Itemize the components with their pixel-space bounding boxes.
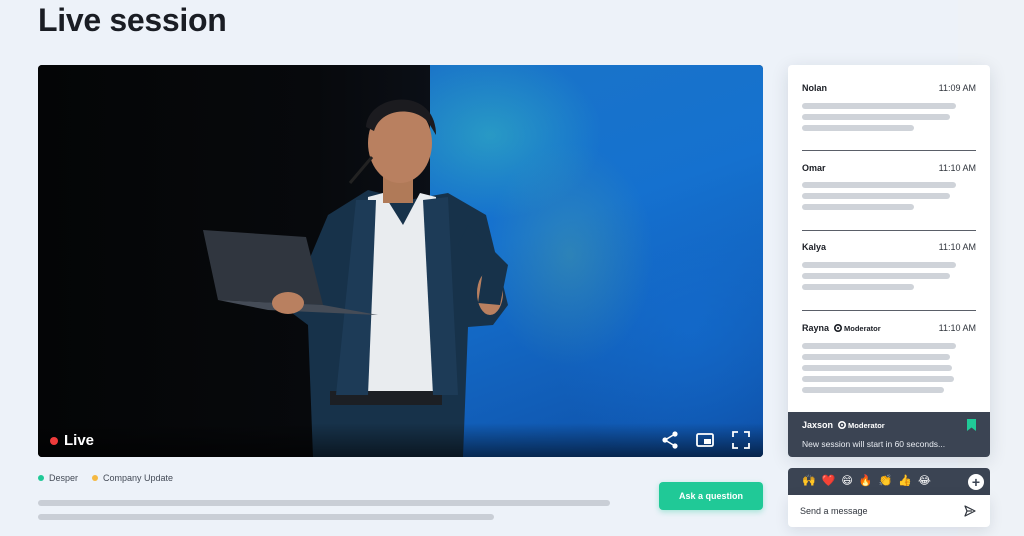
message-placeholder-line xyxy=(802,273,950,279)
moderator-badge: Moderator xyxy=(838,421,885,430)
send-message-input[interactable] xyxy=(800,503,950,519)
reaction-heart-icon[interactable]: ❤️ xyxy=(822,476,836,487)
share-icon[interactable] xyxy=(660,430,680,450)
reaction-thumbs-up-icon[interactable]: 👍 xyxy=(898,476,912,487)
video-player[interactable]: Live xyxy=(38,65,763,457)
chat-timestamp: 11:10 AM xyxy=(938,163,976,173)
reaction-clap-icon[interactable]: 👏 xyxy=(879,476,893,487)
live-dot-icon xyxy=(50,436,58,445)
pinned-author-name: Jaxson xyxy=(802,420,834,430)
message-placeholder-line xyxy=(802,354,950,360)
message-placeholder-line xyxy=(802,204,914,210)
pinned-author: Jaxson Moderator xyxy=(802,420,885,430)
bookmark-icon[interactable] xyxy=(967,419,976,431)
chat-divider xyxy=(802,310,976,311)
live-label: Live xyxy=(64,432,95,449)
chat-divider xyxy=(802,150,976,151)
fullscreen-icon[interactable] xyxy=(731,430,751,450)
chat-author-name: Rayna xyxy=(802,323,830,333)
reaction-bar: 🙌 ❤️ 😄 🔥 👏 👍 😂 + xyxy=(788,468,990,495)
reaction-smile-icon[interactable]: 😄 xyxy=(841,476,852,487)
moderator-badge: Moderator xyxy=(834,324,881,333)
message-placeholder-line xyxy=(802,125,914,131)
chat-timestamp: 11:10 AM xyxy=(938,323,976,333)
moderator-icon xyxy=(838,421,847,429)
send-icon[interactable] xyxy=(964,505,976,517)
tag-dot-icon xyxy=(92,475,99,481)
presenter-illustration xyxy=(203,99,508,457)
description-placeholder-line xyxy=(38,500,610,506)
ask-question-button[interactable]: Ask a question xyxy=(659,482,763,510)
chat-author: Kalya xyxy=(802,242,827,252)
live-indicator: Live xyxy=(50,432,94,449)
pinned-text: New session will start in 60 seconds... xyxy=(802,439,946,449)
chat-author: Omar xyxy=(802,163,826,173)
chat-divider xyxy=(802,230,976,231)
chat-panel: Nolan 11:09 AM Omar 11:10 AM Kalya 11:10… xyxy=(788,65,990,457)
message-placeholder-line xyxy=(802,284,914,290)
message-placeholder-line xyxy=(802,114,950,120)
video-control-bar xyxy=(38,423,763,457)
tag-label: Company Update xyxy=(103,473,174,483)
tag-label: Desper xyxy=(49,473,79,483)
tag-desper[interactable]: Desper xyxy=(38,473,78,483)
description-placeholder-line xyxy=(38,514,494,520)
tag-company-update[interactable]: Company Update xyxy=(92,473,173,483)
message-placeholder-line xyxy=(802,193,950,199)
moderator-label: Moderator xyxy=(848,420,885,430)
chat-author: Nolan xyxy=(802,83,828,93)
moderator-icon xyxy=(834,324,843,332)
chat-timestamp: 11:09 AM xyxy=(938,83,976,93)
picture-in-picture-icon[interactable] xyxy=(695,430,715,450)
message-placeholder-line xyxy=(802,365,952,371)
pinned-announcement: Jaxson Moderator New session will start … xyxy=(788,412,990,457)
message-placeholder-line xyxy=(802,387,944,393)
chat-timestamp: 11:10 AM xyxy=(938,242,976,252)
message-placeholder-line xyxy=(802,262,956,268)
reaction-laugh-icon[interactable]: 😂 xyxy=(918,476,931,487)
tag-dot-icon xyxy=(38,475,44,481)
message-composer xyxy=(788,495,990,527)
message-placeholder-line xyxy=(802,182,956,188)
message-placeholder-line xyxy=(802,376,954,382)
add-reaction-icon[interactable]: + xyxy=(968,473,984,490)
reaction-raised-hands-icon[interactable]: 🙌 xyxy=(802,476,816,487)
session-tags: Desper Company Update xyxy=(38,473,173,483)
message-placeholder-line xyxy=(802,103,956,109)
page-title: Live session xyxy=(38,2,227,38)
message-placeholder-line xyxy=(802,343,956,349)
chat-author: Rayna Moderator xyxy=(802,323,881,333)
reaction-fire-icon[interactable]: 🔥 xyxy=(859,476,873,487)
moderator-label: Moderator xyxy=(844,323,881,333)
